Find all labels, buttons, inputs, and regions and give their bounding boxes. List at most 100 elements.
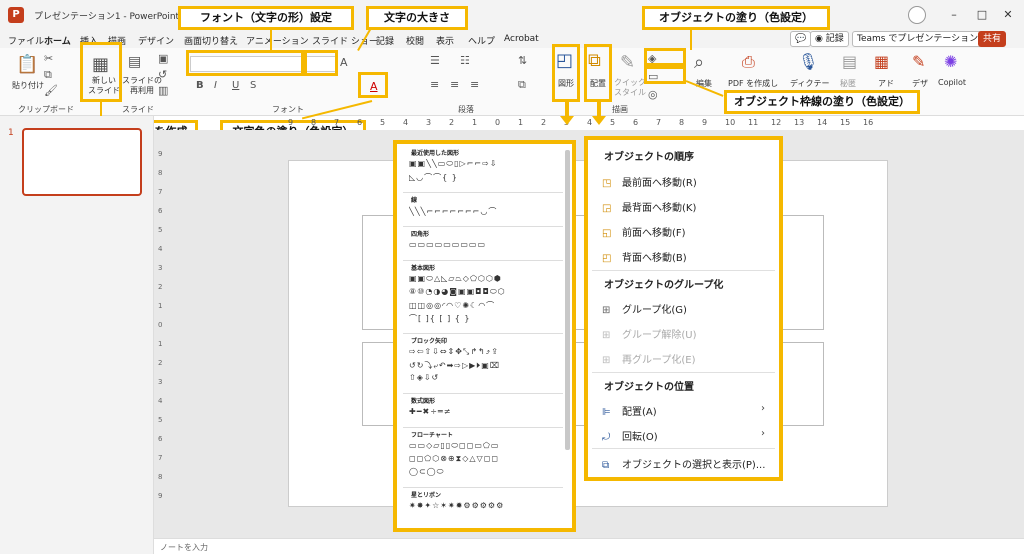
share-button[interactable]: 共有 — [978, 31, 1007, 47]
tab-view[interactable]: 表示 — [436, 34, 454, 47]
send-backward-item[interactable]: ◰ 背面へ移動(B) — [602, 249, 687, 264]
designer-icon[interactable]: ✎ — [912, 52, 925, 71]
shapes-row[interactable]: ✷✸✦☆✶✷✹⚙⚙⚙⚙⚙ — [409, 501, 559, 510]
tab-design[interactable]: デザイン — [138, 34, 174, 47]
align-item[interactable]: ⊫ 配置(A) — [602, 403, 657, 418]
bring-forward-icon: ◱ — [602, 228, 612, 239]
numbering-icon[interactable]: ☷ — [460, 54, 470, 67]
align-left-icon[interactable]: ≡ — [430, 78, 439, 91]
shapes-row[interactable]: ▭▭▭▭▭▭▭▭▭ — [409, 240, 559, 249]
sensitivity-icon[interactable]: ▤ — [842, 52, 857, 71]
minimize-button[interactable]: – — [944, 6, 964, 24]
send-to-back-item[interactable]: ◲ 最背面へ移動(K) — [602, 199, 696, 214]
grow-font-icon[interactable]: A — [340, 56, 348, 69]
shapes-row[interactable]: ▣▣╲╲▭⬭▯▷⌐⌐⇨⇩ — [409, 159, 559, 169]
dictate-label[interactable]: ディクテー — [790, 78, 829, 89]
search-icon[interactable]: ⌕ — [694, 52, 704, 73]
selection-pane-icon: ⧉ — [602, 460, 610, 471]
shapes-row[interactable]: ◻◻⬠⬡⊗⊕⧗◇△▽◻◻ — [409, 454, 559, 464]
shadow-icon[interactable]: S — [250, 80, 256, 91]
shape-effects-icon[interactable]: ◎ — [648, 88, 658, 101]
bold-icon[interactable]: B — [196, 80, 204, 91]
separator — [592, 448, 775, 449]
tab-slideshow[interactable]: スライド ショー — [312, 34, 378, 47]
secret-label[interactable]: 秘匿 — [840, 78, 856, 89]
slide-number: 1 — [8, 128, 14, 138]
smartart-icon[interactable]: ⧉ — [518, 78, 526, 92]
cut-icon[interactable]: ✂ — [44, 52, 53, 65]
bring-to-front-item[interactable]: ◳ 最前面へ移動(R) — [602, 174, 697, 189]
text-direction-icon[interactable]: ⇅ — [518, 54, 527, 67]
pdf-label[interactable]: PDF を作成し — [728, 78, 778, 89]
shapes-row[interactable]: ◯⊂◯⬭ — [409, 467, 559, 477]
rotate-item[interactable]: ⤾ 回転(O) — [602, 428, 658, 443]
shapes-row[interactable]: ▭▭◇▱▯▯⬭◻◻▭⬠▭ — [409, 441, 559, 451]
shapes-row[interactable]: ╲╲╲⌐⌐⌐⌐⌐⌐⌐◡⌒ — [409, 206, 559, 217]
comment-button[interactable]: 💬 — [790, 31, 812, 47]
pdf-icon[interactable]: ⎙ — [742, 52, 755, 72]
ruler-tick: 5 — [158, 226, 163, 234]
shapes-row[interactable]: ⌒[ ]{ [ ] { } — [409, 313, 559, 324]
horizontal-ruler: 9 8 7 6 5 4 3 2 1 0 1 2 3 4 5 6 7 8 9 10 11 12 13 14 15 16 — [288, 118, 888, 130]
ruler-tick: 8 — [311, 118, 317, 127]
quick-styles-icon[interactable]: ✎ — [620, 52, 635, 73]
microphone-icon[interactable]: 🎙 — [798, 52, 818, 71]
reuse-slide-icon[interactable]: ▤ — [128, 54, 141, 70]
tab-animations[interactable]: アニメーション — [246, 34, 309, 47]
ruler-tick: 7 — [656, 118, 662, 127]
ruler-tick: 4 — [158, 245, 163, 253]
shapes-row[interactable]: ◺◡⌒⌒{ } — [409, 172, 559, 183]
notes-pane[interactable]: ノートを入力 — [154, 538, 1024, 554]
bullets-icon[interactable]: ☰ — [430, 54, 440, 67]
section-icon[interactable]: ▥ — [158, 84, 168, 97]
format-painter-icon[interactable]: 🖌 — [44, 84, 58, 97]
shapes-row[interactable]: ▣▣⬭△◺▱⏢◇⬠⬡⬡⬢ — [409, 274, 559, 284]
close-button[interactable]: ✕ — [998, 6, 1018, 24]
tab-acrobat[interactable]: Acrobat — [504, 34, 539, 44]
ruler-tick: 0 — [158, 321, 163, 329]
layout-icon[interactable]: ▣ — [158, 52, 168, 65]
italic-icon[interactable]: I — [214, 80, 217, 91]
designer-label[interactable]: デザ — [912, 78, 928, 89]
teams-present-button[interactable]: Teams でプレゼンテーション — [852, 31, 984, 47]
regroup-item[interactable]: ⊞ 再グループ化(E) — [602, 351, 696, 366]
selection-pane-item[interactable]: ⧉ オブジェクトの選択と表示(P)... — [602, 456, 765, 471]
tab-transitions[interactable]: 画面切り替え — [184, 34, 238, 47]
ungroup-item[interactable]: ⊞ グループ解除(U) — [602, 326, 697, 341]
shapes-row[interactable]: ⇨⇦⇧⇩⇔⇕✥⤡↱↰⤴⇪ — [409, 347, 559, 357]
quick-styles-label[interactable]: クイック スタイル — [614, 78, 646, 98]
shapes-row[interactable]: ↺↻⤵⤶↶➡⇨▷▶⏵▣⌧ — [409, 360, 559, 371]
align-center-icon[interactable]: ≡ — [450, 78, 459, 91]
tab-file[interactable]: ファイル — [8, 34, 44, 47]
tab-review[interactable]: 校閲 — [406, 34, 424, 47]
group-clipboard: クリップボード — [18, 105, 74, 114]
shape-fill-highlight — [644, 48, 686, 66]
maximize-button[interactable]: □ — [972, 6, 992, 24]
copilot-icon[interactable]: ✺ — [944, 52, 957, 71]
copilot-label[interactable]: Copilot — [938, 78, 966, 87]
shapes-row[interactable]: ◫◫◎◎◜◠♡✺☾◠⌒ — [409, 300, 559, 311]
copy-icon[interactable]: ⧉ — [44, 68, 52, 82]
ruler-tick: 6 — [158, 207, 163, 215]
ruler-tick: 11 — [748, 118, 759, 127]
paste-icon[interactable]: 📋 — [16, 54, 38, 75]
tab-record[interactable]: 記録 — [376, 34, 394, 47]
align-right-icon[interactable]: ≡ — [470, 78, 479, 91]
shapes-row[interactable]: ⇧◈⇩↺ — [409, 373, 559, 382]
record-button[interactable]: ◉ 記録 — [810, 31, 849, 47]
tab-help[interactable]: ヘルプ — [468, 34, 495, 47]
shapes-row[interactable]: ✚━✖÷═≠ — [409, 407, 559, 416]
addins-label[interactable]: アド — [878, 78, 894, 89]
bring-forward-item[interactable]: ◱ 前面へ移動(F) — [602, 224, 686, 239]
avatar[interactable] — [908, 6, 926, 24]
group-item[interactable]: ⊞ グループ化(G) — [602, 301, 687, 316]
shapes-row[interactable]: ⑧⑩◔◑◕◙▣▣◘◘⬭⬡ — [409, 287, 559, 297]
slide-thumbnail[interactable] — [22, 128, 142, 196]
addins-icon[interactable]: ▦ — [874, 52, 889, 71]
paste-label[interactable]: 貼り付け — [12, 80, 44, 91]
scrollbar[interactable] — [565, 150, 570, 450]
underline-icon[interactable]: U — [232, 80, 239, 91]
reset-icon[interactable]: ↺ — [158, 68, 167, 81]
reuse-slide-label[interactable]: スライドの 再利用 — [122, 76, 162, 96]
callout-fill: オブジェクトの塗り（色設定） — [642, 6, 830, 30]
